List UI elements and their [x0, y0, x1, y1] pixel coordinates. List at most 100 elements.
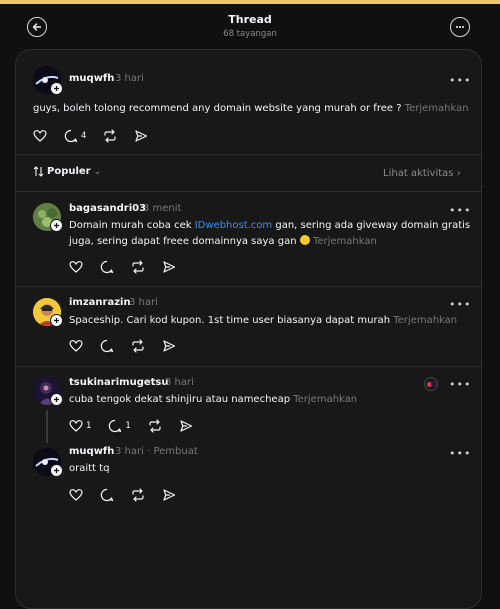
- divider: [16, 191, 481, 192]
- repost-icon: [132, 260, 144, 274]
- repost-icon: [104, 129, 117, 143]
- post-time: 3 hari: [165, 377, 194, 388]
- more-icon[interactable]: •••: [449, 299, 471, 310]
- creator-badge: Pembuat: [153, 446, 198, 457]
- repost-icon: [132, 488, 144, 502]
- reply-actions: [69, 259, 193, 275]
- post-actions: 4: [33, 128, 165, 144]
- username[interactable]: imzanrazin: [69, 297, 131, 308]
- share-icon: [135, 130, 148, 142]
- post-time: 3 menit: [143, 203, 182, 214]
- follow-plus-icon[interactable]: [50, 393, 63, 406]
- like-button[interactable]: [69, 339, 83, 353]
- follow-plus-icon[interactable]: [50, 464, 63, 477]
- comment-button[interactable]: [100, 488, 114, 502]
- reply-body: Spaceship. Cari kod kupon. 1st time user…: [69, 315, 391, 326]
- heart-icon: [69, 489, 83, 501]
- comment-icon: [100, 488, 114, 502]
- divider: [16, 366, 481, 367]
- reply-text: cuba tengok dekat shinjiru atau namechea…: [69, 392, 357, 408]
- thread-header: Thread 68 tayangan: [0, 4, 500, 48]
- like-button[interactable]: [33, 129, 47, 143]
- thread-card: muqwfh 3 hari ••• guys, boleh tolong rec…: [15, 49, 482, 609]
- reply-body: cuba tengok dekat shinjiru atau namechea…: [69, 394, 291, 405]
- repost-button[interactable]: [131, 339, 145, 353]
- comment-button[interactable]: 4: [64, 129, 86, 143]
- reply-count: 1: [125, 421, 131, 431]
- comment-button[interactable]: [100, 339, 114, 353]
- share-icon: [163, 340, 176, 352]
- activity-label: Lihat aktivitas: [383, 168, 454, 179]
- more-options-button[interactable]: [450, 17, 470, 37]
- username[interactable]: muqwfh: [69, 73, 114, 84]
- follow-plus-icon[interactable]: [50, 219, 63, 232]
- translate-link[interactable]: Terjemahkan: [293, 394, 357, 405]
- comment-button[interactable]: [100, 260, 114, 274]
- chevron-right-icon: ›: [456, 168, 461, 179]
- post-time-value: 3 hari: [115, 446, 144, 457]
- repost-button[interactable]: [131, 488, 145, 502]
- post-time: 3 hari: [129, 297, 158, 308]
- view-count: 68 tayangan: [223, 29, 277, 39]
- more-circle-icon: [456, 26, 464, 28]
- reply-body: Domain murah coba cek: [69, 220, 195, 231]
- share-icon: [163, 261, 176, 273]
- page-title: Thread: [228, 13, 272, 26]
- more-icon[interactable]: •••: [449, 448, 471, 459]
- domain-link[interactable]: IDwebhost.com: [195, 220, 272, 231]
- more-icon[interactable]: •••: [449, 379, 471, 390]
- share-icon: [180, 420, 192, 432]
- share-button[interactable]: [179, 419, 193, 433]
- sort-icon: [33, 166, 44, 177]
- comment-icon: [100, 339, 114, 353]
- more-icon[interactable]: •••: [449, 205, 471, 216]
- reply-text: Domain murah coba cek IDwebhost.com gan,…: [69, 218, 470, 250]
- reply-actions: [69, 338, 193, 354]
- view-activity-link[interactable]: Lihat aktivitas ›: [383, 168, 461, 179]
- reply-count: 4: [81, 131, 87, 141]
- chevron-down-icon: ⌄: [93, 166, 102, 177]
- post-time: 3 hari: [115, 73, 144, 84]
- share-button[interactable]: [134, 129, 148, 143]
- reply-text: oraitt tq: [69, 463, 110, 474]
- share-button[interactable]: [162, 488, 176, 502]
- share-button[interactable]: [162, 260, 176, 274]
- heart-icon: [69, 261, 83, 273]
- repost-button[interactable]: [148, 419, 162, 433]
- like-button[interactable]: [69, 260, 83, 274]
- username[interactable]: tsukinarimugetsu: [69, 377, 169, 388]
- reply-body: juga, sering dapat freee domainnya saya …: [69, 236, 297, 247]
- comment-icon: [100, 260, 114, 274]
- share-button[interactable]: [162, 339, 176, 353]
- share-icon: [163, 489, 176, 501]
- grimace-emoji-icon: [299, 235, 310, 245]
- repost-icon: [132, 339, 144, 353]
- sort-label: Populer: [47, 166, 91, 177]
- reply-actions: 1 1: [69, 418, 210, 434]
- heart-icon: [33, 130, 47, 142]
- repost-button[interactable]: [103, 129, 117, 143]
- repost-button[interactable]: [131, 260, 145, 274]
- comment-button[interactable]: 1: [108, 419, 131, 433]
- like-button[interactable]: [69, 488, 83, 502]
- translate-link[interactable]: Terjemahkan: [393, 315, 457, 326]
- divider: [16, 286, 481, 287]
- divider: [16, 154, 481, 155]
- post-text: guys, boleh tolong recommend any domain …: [33, 101, 469, 117]
- post-body: guys, boleh tolong recommend any domain …: [33, 103, 402, 114]
- heart-icon: [69, 420, 83, 432]
- more-icon[interactable]: •••: [449, 75, 471, 86]
- like-button[interactable]: 1: [69, 419, 91, 433]
- follow-plus-icon[interactable]: [50, 314, 63, 327]
- translate-link[interactable]: Terjemahkan: [313, 236, 377, 247]
- translate-link[interactable]: Terjemahkan: [405, 103, 469, 114]
- follow-plus-icon[interactable]: [50, 82, 63, 95]
- username[interactable]: muqwfh: [69, 446, 114, 457]
- reply-actions: [69, 487, 193, 503]
- like-count: 1: [86, 421, 92, 431]
- sort-dropdown[interactable]: Populer ⌄: [33, 166, 101, 177]
- username[interactable]: bagasandri03: [69, 203, 146, 214]
- thread-connector-line: [46, 410, 48, 443]
- post-time: 3 hari · Pembuat: [115, 446, 198, 457]
- heart-icon: [69, 340, 83, 352]
